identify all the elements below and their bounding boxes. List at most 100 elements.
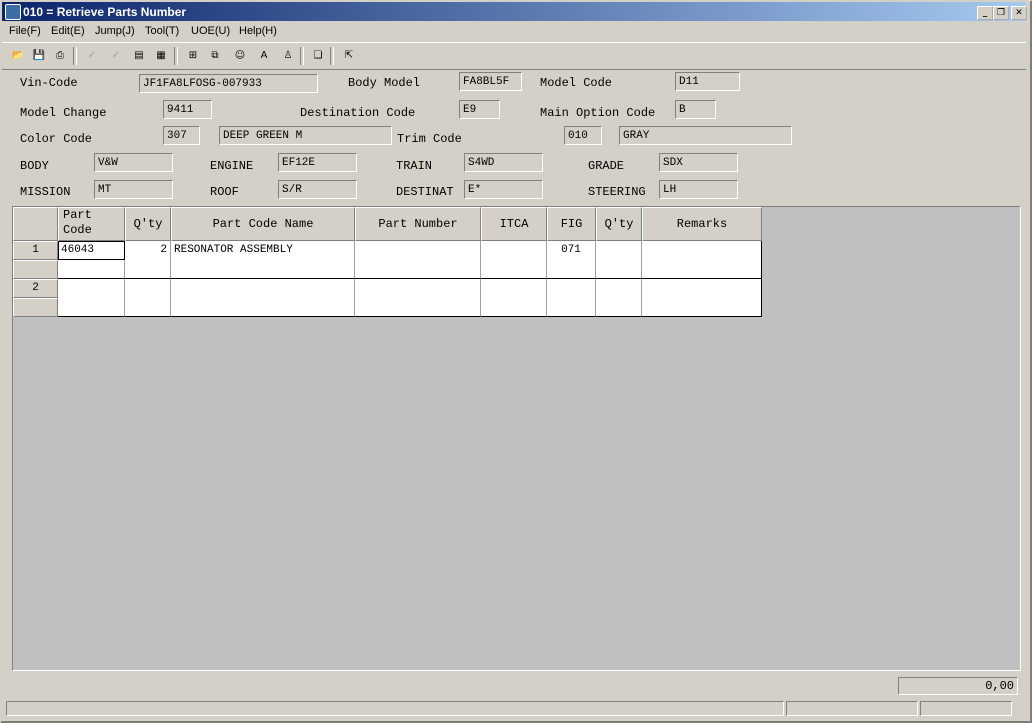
check-009-icon[interactable]: ✓ bbox=[106, 46, 126, 66]
print-icon[interactable]: ⎙ bbox=[50, 46, 70, 66]
menu-tool[interactable]: Tool(T) bbox=[145, 25, 179, 37]
train-label: TRAIN bbox=[396, 159, 433, 173]
status-panel-3 bbox=[920, 701, 1012, 716]
status-panel-2 bbox=[786, 701, 918, 716]
cell-qty[interactable] bbox=[125, 279, 171, 317]
destination-code-label: Destination Code bbox=[300, 106, 416, 120]
cell-part-number[interactable] bbox=[355, 279, 481, 317]
color-code-field[interactable]: 307 bbox=[163, 126, 200, 145]
roof-field[interactable]: S/R bbox=[278, 180, 357, 199]
cell-qty2[interactable] bbox=[596, 279, 642, 317]
text-edit-icon[interactable]: A bbox=[254, 46, 274, 66]
row-number-2[interactable]: 2 bbox=[13, 279, 58, 298]
col-qty[interactable]: Q'ty bbox=[125, 207, 171, 241]
cell-qty2[interactable] bbox=[596, 241, 642, 279]
report-icon[interactable]: ▦ bbox=[151, 46, 171, 66]
mission-label: MISSION bbox=[20, 185, 71, 199]
steering-field[interactable]: LH bbox=[659, 180, 738, 199]
train-field[interactable]: S4WD bbox=[464, 153, 543, 172]
mission-field[interactable]: MT bbox=[94, 180, 173, 199]
save-icon[interactable]: 💾 bbox=[29, 46, 49, 66]
color-name-field[interactable]: DEEP GREEN M bbox=[219, 126, 392, 145]
close-button[interactable]: ✕ bbox=[1011, 6, 1027, 20]
row-number-1[interactable]: 1 bbox=[13, 241, 58, 260]
model-change-field[interactable]: 9411 bbox=[163, 100, 212, 119]
menu-uoe[interactable]: UOE(U) bbox=[191, 25, 230, 37]
cell-qty[interactable]: 2 bbox=[125, 241, 171, 279]
model-change-label: Model Change bbox=[20, 106, 107, 120]
parts-grid: Part Code Q'ty Part Code Name Part Numbe… bbox=[12, 206, 1021, 671]
col-qty-label: Q'ty bbox=[133, 217, 163, 231]
menu-help[interactable]: Help(H) bbox=[239, 25, 277, 37]
body-label: BODY bbox=[20, 159, 49, 173]
menu-jump[interactable]: Jump(J) bbox=[95, 25, 135, 37]
destinat-field[interactable]: E* bbox=[464, 180, 543, 199]
color-code-label: Color Code bbox=[20, 132, 93, 146]
main-option-field[interactable]: B bbox=[675, 100, 716, 119]
roof-label: ROOF bbox=[210, 185, 239, 199]
cell-part-code-name[interactable] bbox=[171, 279, 355, 317]
col-part-number[interactable]: Part Number bbox=[355, 207, 481, 241]
cell-itca[interactable] bbox=[481, 241, 547, 279]
body-model-label: Body Model bbox=[348, 76, 421, 90]
col-part-number-label: Part Number bbox=[378, 217, 458, 231]
col-qty2-label: Q'ty bbox=[604, 217, 634, 231]
app-icon bbox=[5, 4, 21, 20]
col-part-code-name-label: Part Code Name bbox=[212, 217, 314, 231]
col-fig[interactable]: FIG bbox=[547, 207, 596, 241]
col-part-code[interactable]: Part Code bbox=[58, 207, 125, 241]
body-model-field[interactable]: FA8BL5F bbox=[459, 72, 522, 91]
col-itca[interactable]: ITCA bbox=[481, 207, 547, 241]
check-123-icon[interactable]: ✓ bbox=[82, 46, 102, 66]
cell-part-number[interactable] bbox=[355, 241, 481, 279]
toolbar: 📂 💾 ⎙ ✓ ✓ ▤ ▦ ⊞ ⧉ ☺ A ♙ ❏ ⇱ bbox=[2, 42, 1026, 70]
status-panel-main bbox=[6, 701, 784, 716]
trim-name-field[interactable]: GRAY bbox=[619, 126, 792, 145]
cell-part-code[interactable]: 46043 bbox=[58, 241, 125, 260]
engine-field[interactable]: EF12E bbox=[278, 153, 357, 172]
copy-window-icon[interactable]: ⧉ bbox=[205, 46, 225, 66]
toolbar-separator bbox=[73, 47, 77, 65]
exit-icon[interactable]: ⇱ bbox=[339, 46, 359, 66]
body-field[interactable]: V&W bbox=[94, 153, 173, 172]
main-option-label: Main Option Code bbox=[540, 106, 656, 120]
model-code-label: Model Code bbox=[540, 76, 613, 90]
cell-part-code[interactable] bbox=[58, 279, 125, 317]
cell-fig[interactable] bbox=[547, 279, 596, 317]
vin-field[interactable]: JF1FA8LFOSG-007933 bbox=[139, 74, 318, 93]
status-bar bbox=[2, 700, 1026, 717]
trim-code-label: Trim Code bbox=[397, 132, 462, 146]
col-remarks[interactable]: Remarks bbox=[642, 207, 762, 241]
person-search-icon[interactable]: ☺ bbox=[230, 46, 250, 66]
maximize-button[interactable]: ❐ bbox=[993, 6, 1009, 20]
row-subheader-2[interactable] bbox=[13, 298, 58, 317]
menu-bar: File(F) Edit(E) Jump(J) Tool(T) UOE(U) H… bbox=[2, 22, 1026, 40]
grid-icon[interactable]: ⊞ bbox=[183, 46, 203, 66]
open-folder-icon[interactable]: 📂 bbox=[8, 46, 28, 66]
total-field: 0,00 bbox=[898, 677, 1018, 695]
col-qty2[interactable]: Q'ty bbox=[596, 207, 642, 241]
cell-part-code-name[interactable]: RESONATOR ASSEMBLY bbox=[171, 241, 355, 279]
grade-field[interactable]: SDX bbox=[659, 153, 738, 172]
user-icon[interactable]: ♙ bbox=[278, 46, 298, 66]
document-copy-icon[interactable]: ❏ bbox=[308, 46, 328, 66]
cell-remarks[interactable] bbox=[642, 279, 762, 317]
export-icon[interactable]: ▤ bbox=[129, 46, 149, 66]
grid-corner bbox=[13, 207, 58, 241]
menu-file[interactable]: File(F) bbox=[9, 25, 41, 37]
vin-label: Vin-Code bbox=[20, 76, 78, 90]
cell-remarks[interactable] bbox=[642, 241, 762, 279]
model-code-field[interactable]: D11 bbox=[675, 72, 740, 91]
col-fig-label: FIG bbox=[560, 217, 583, 231]
row-subheader-1[interactable] bbox=[13, 260, 58, 279]
trim-code-field[interactable]: 010 bbox=[564, 126, 602, 145]
engine-label: ENGINE bbox=[210, 159, 254, 173]
title-bar: 010 = Retrieve Parts Number _ ❐ ✕ bbox=[2, 2, 1027, 21]
col-part-code-label: Part Code bbox=[63, 208, 92, 237]
col-part-code-name[interactable]: Part Code Name bbox=[171, 207, 355, 241]
cell-fig[interactable]: 071 bbox=[547, 241, 596, 279]
menu-edit[interactable]: Edit(E) bbox=[51, 25, 85, 37]
destination-code-field[interactable]: E9 bbox=[459, 100, 500, 119]
cell-itca[interactable] bbox=[481, 279, 547, 317]
minimize-button[interactable]: _ bbox=[977, 6, 993, 20]
